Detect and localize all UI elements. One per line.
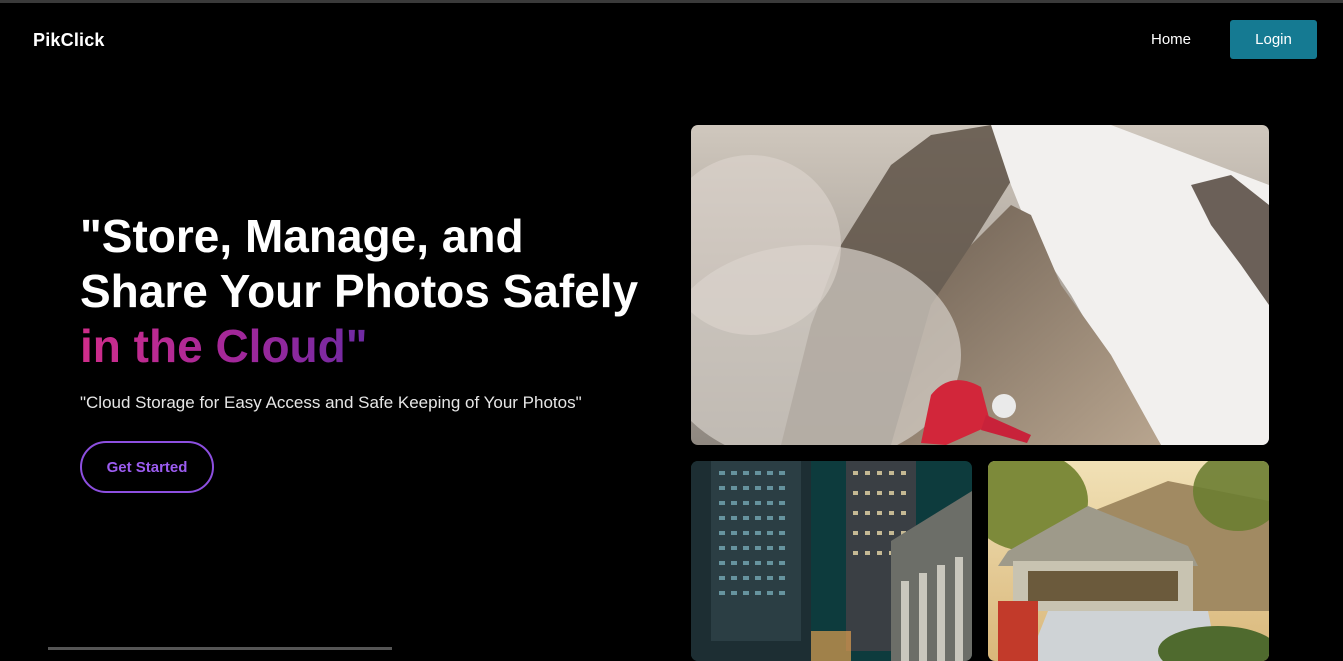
rooftop-tent-photo [988,461,1269,661]
hero-title-line1: "Store, Manage, and [80,210,524,262]
city-night-photo [691,461,972,661]
hero-title: "Store, Manage, and Share Your Photos Sa… [80,209,680,374]
hero-title-line3: in the Cloud" [80,320,368,372]
nav-home-link[interactable]: Home [1151,31,1191,48]
hero-subtitle: "Cloud Storage for Easy Access and Safe … [80,393,582,412]
get-started-button[interactable]: Get Started [80,441,214,493]
hero-title-line2: Share Your Photos Safely [80,265,639,317]
brand-logo[interactable]: PikClick [33,30,105,51]
window-top-border [0,0,1343,3]
mountain-climber-photo [691,125,1269,445]
login-button[interactable]: Login [1230,20,1317,59]
